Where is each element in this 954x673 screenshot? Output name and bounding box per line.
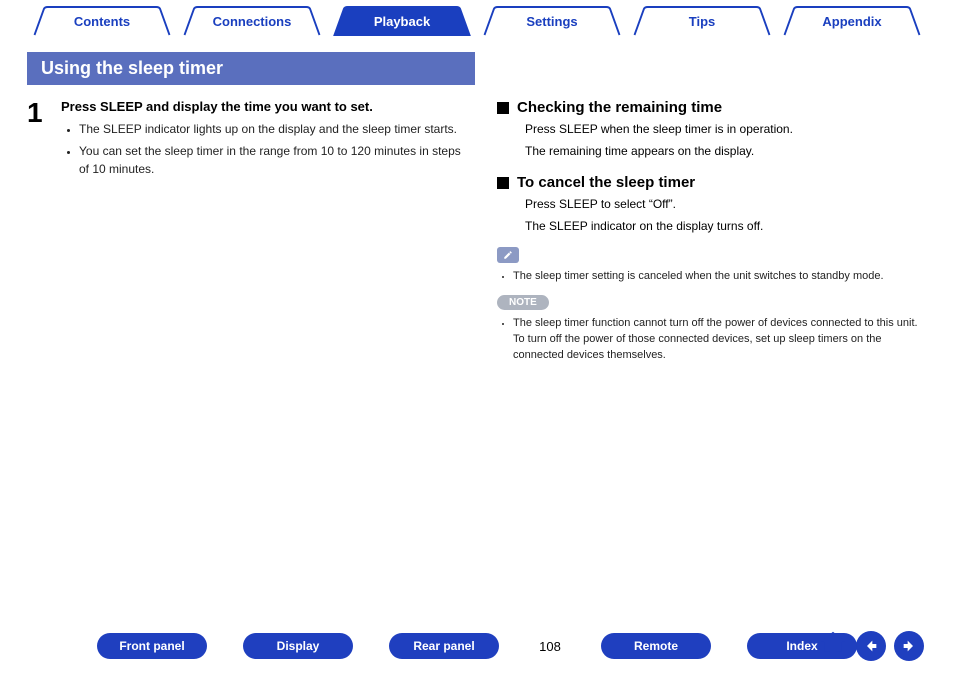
paragraph: The remaining time appears on the displa… (525, 142, 927, 160)
step-body: Press SLEEP and display the time you wan… (61, 99, 467, 182)
nav-icons (818, 628, 924, 663)
tab-connections[interactable]: Connections (177, 6, 327, 36)
note-list: The sleep timer function cannot turn off… (497, 316, 927, 364)
bullet-item: The SLEEP indicator lights up on the dis… (79, 120, 467, 138)
square-bullet-icon (497, 177, 509, 189)
home-icon[interactable] (818, 628, 848, 663)
tip-item: The sleep timer setting is canceled when… (513, 269, 927, 285)
next-page-icon[interactable] (894, 631, 924, 661)
tip-list: The sleep timer setting is canceled when… (497, 269, 927, 285)
tab-appendix[interactable]: Appendix (777, 6, 927, 36)
bullet-item: You can set the sleep timer in the range… (79, 142, 467, 178)
step-1: 1 Press SLEEP and display the time you w… (27, 99, 467, 182)
page-number: 108 (535, 639, 565, 654)
tab-tips[interactable]: Tips (627, 6, 777, 36)
pencil-icon (497, 247, 519, 263)
section-title: Using the sleep timer (27, 52, 475, 85)
display-button[interactable]: Display (243, 633, 353, 659)
content-row: 1 Press SLEEP and display the time you w… (27, 99, 927, 364)
subheading-checking: Checking the remaining time (497, 99, 927, 116)
bottom-nav: Front panel Display Rear panel 108 Remot… (0, 633, 954, 659)
paragraph: Press SLEEP when the sleep timer is in o… (525, 120, 927, 138)
tab-settings[interactable]: Settings (477, 6, 627, 36)
step-bullets: The SLEEP indicator lights up on the dis… (61, 120, 467, 178)
right-column: Checking the remaining time Press SLEEP … (497, 99, 927, 364)
front-panel-button[interactable]: Front panel (97, 633, 207, 659)
remote-button[interactable]: Remote (601, 633, 711, 659)
page-root: Contents Connections Playback Settings T… (27, 0, 927, 364)
tab-playback[interactable]: Playback (327, 6, 477, 36)
prev-page-icon[interactable] (856, 631, 886, 661)
note-item: The sleep timer function cannot turn off… (513, 316, 927, 364)
paragraph: The SLEEP indicator on the display turns… (525, 217, 927, 235)
subheading-text: To cancel the sleep timer (517, 174, 695, 191)
tab-contents[interactable]: Contents (27, 6, 177, 36)
note-label: NOTE (497, 295, 549, 310)
subheading-text: Checking the remaining time (517, 99, 722, 116)
paragraph: Press SLEEP to select “Off”. (525, 195, 927, 213)
left-column: 1 Press SLEEP and display the time you w… (27, 99, 467, 364)
step-number: 1 (27, 99, 49, 182)
subheading-cancel: To cancel the sleep timer (497, 174, 927, 191)
rear-panel-button[interactable]: Rear panel (389, 633, 499, 659)
step-heading: Press SLEEP and display the time you wan… (61, 99, 467, 114)
top-tabs: Contents Connections Playback Settings T… (27, 6, 927, 36)
square-bullet-icon (497, 102, 509, 114)
